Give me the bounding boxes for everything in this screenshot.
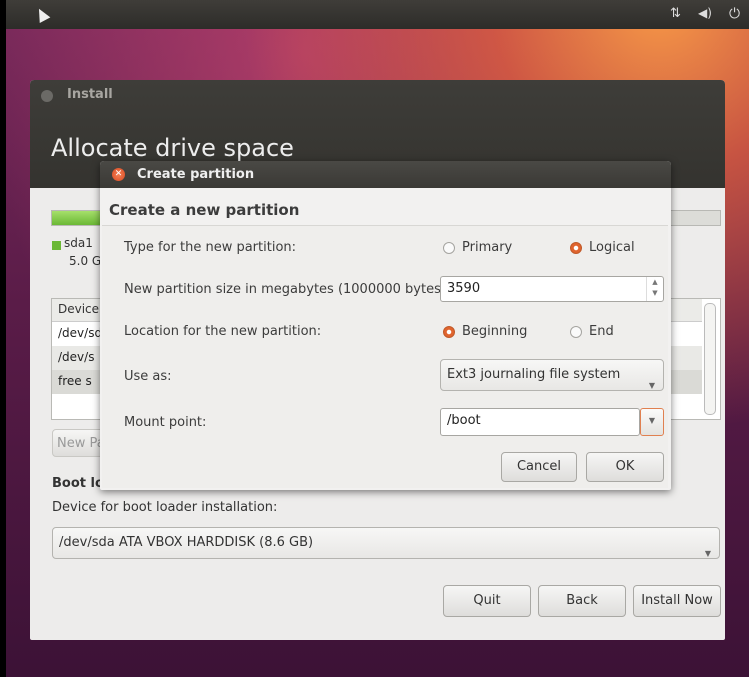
partition-legend-name: sda1	[64, 236, 93, 250]
close-icon[interactable]	[41, 90, 53, 102]
partition-size-value: 3590	[447, 281, 481, 296]
dialog-titlebar: ✕ Create partition	[100, 161, 671, 188]
partition-type-label: Type for the new partition:	[124, 240, 297, 255]
volume-icon[interactable]: ◀)	[698, 6, 712, 20]
create-partition-dialog: ✕ Create partition Create a new partitio…	[100, 161, 671, 490]
desktop: ⇅ ◀) ⏻ Install Allocate drive space sda1…	[6, 0, 749, 677]
install-now-button[interactable]: Install Now	[633, 585, 721, 617]
beginning-radio[interactable]	[443, 326, 455, 338]
partition-size-input[interactable]: 3590 ▲ ▼	[440, 276, 664, 302]
mount-point-label: Mount point:	[124, 415, 207, 430]
ok-button[interactable]: OK	[586, 452, 664, 482]
boot-loader-device-select[interactable]: /dev/sda ATA VBOX HARDDISK (8.6 GB) ▼	[52, 527, 720, 559]
mount-point-value: /boot	[447, 413, 481, 428]
primary-radio[interactable]	[443, 242, 455, 254]
dialog-body: Type for the new partition: Primary Logi…	[102, 225, 668, 488]
logical-radio-label[interactable]: Logical	[589, 240, 635, 255]
dialog-title: Create partition	[137, 167, 255, 182]
partition-size-label: New partition size in megabytes (1000000…	[124, 282, 451, 297]
network-icon[interactable]: ⇅	[670, 6, 681, 21]
size-spinner[interactable]: ▲ ▼	[646, 277, 663, 301]
quit-button[interactable]: Quit	[443, 585, 531, 617]
partition-color-swatch	[52, 241, 61, 250]
boot-loader-device-value: /dev/sda ATA VBOX HARDDISK (8.6 GB)	[59, 535, 314, 550]
cancel-button[interactable]: Cancel	[501, 452, 577, 482]
use-as-value: Ext3 journaling file system	[447, 367, 621, 382]
boot-loader-heading: Boot lo	[52, 476, 104, 491]
dropdown-arrow-icon: ▼	[704, 549, 711, 558]
mount-point-input[interactable]: /boot	[440, 408, 640, 436]
dialog-heading: Create a new partition	[109, 201, 300, 219]
logical-radio[interactable]	[570, 242, 582, 254]
mouse-cursor-icon	[33, 5, 51, 24]
end-radio[interactable]	[570, 326, 582, 338]
partition-legend-size: 5.0 G	[69, 254, 102, 268]
close-icon[interactable]: ✕	[112, 168, 125, 181]
end-radio-label[interactable]: End	[589, 324, 614, 339]
primary-radio-label[interactable]: Primary	[462, 240, 512, 255]
use-as-label: Use as:	[124, 369, 172, 384]
location-label: Location for the new partition:	[124, 324, 322, 339]
dropdown-arrow-icon: ▼	[648, 381, 655, 390]
boot-loader-label: Device for boot loader installation:	[52, 500, 278, 515]
beginning-radio-label[interactable]: Beginning	[462, 324, 527, 339]
back-button[interactable]: Back	[538, 585, 626, 617]
top-panel: ⇅ ◀) ⏻	[6, 0, 749, 29]
window-title: Install	[67, 87, 113, 102]
table-scrollbar[interactable]	[704, 303, 716, 415]
power-icon[interactable]: ⏻	[729, 6, 740, 22]
use-as-select[interactable]: Ext3 journaling file system ▼	[440, 359, 664, 391]
column-device[interactable]: Device	[58, 302, 99, 316]
mount-point-dropdown-button[interactable]: ▼	[640, 408, 664, 436]
page-title: Allocate drive space	[51, 134, 294, 162]
